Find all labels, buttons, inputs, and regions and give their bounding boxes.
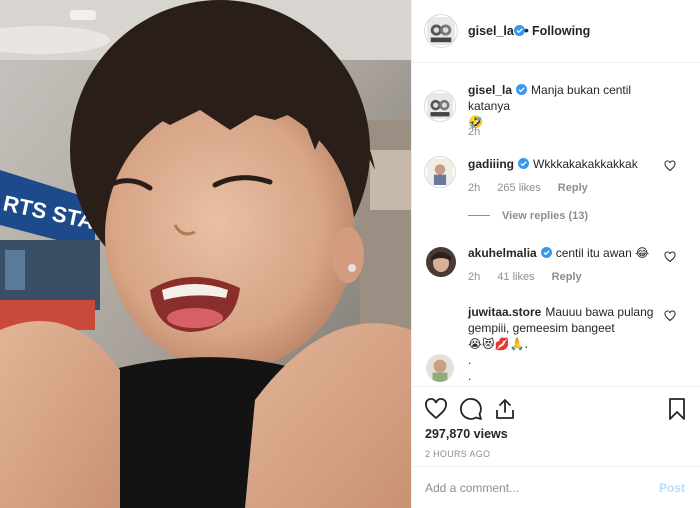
comment-icon[interactable] (459, 397, 483, 421)
view-replies-label: View replies (13) (502, 210, 589, 222)
verified-badge-icon (540, 247, 552, 258)
comments-list[interactable]: gisel_la Manja bukan centil katanya 🤣 2h … (412, 64, 700, 386)
header-avatar[interactable] (424, 14, 458, 48)
comment-body: Wkkkakakakkakkak (533, 157, 638, 171)
caption-time: 2h (468, 126, 481, 138)
add-comment-bar: Post (412, 466, 700, 508)
comment-like-heart-icon[interactable] (664, 160, 676, 172)
comment-item: juwitaa.store Mauuu bawa pulang gempiii, … (412, 304, 700, 386)
laughing-emoji: 😂 (635, 246, 650, 260)
caption-avatar[interactable] (424, 90, 456, 122)
reply-button[interactable]: Reply (558, 182, 588, 194)
header-username[interactable]: gisel_la (468, 24, 514, 38)
following-button[interactable]: Following (532, 24, 590, 38)
caption: gisel_la Manja bukan centil katanya 🤣 2h (412, 64, 700, 144)
comment-text: akuhelmalia centil itu awan 😂 (468, 245, 665, 261)
comment-avatar[interactable] (426, 247, 456, 277)
bookmark-icon[interactable] (665, 397, 689, 421)
post-timestamp[interactable]: 2 HOURS AGO (425, 449, 490, 459)
comment-likes[interactable]: 265 likes (497, 182, 540, 194)
comment-like-heart-icon[interactable] (664, 251, 676, 263)
post-actions: 297,870 views 2 HOURS AGO (412, 386, 700, 466)
comment-meta: 2h 41 likes Reply (468, 271, 596, 283)
comment-username[interactable]: juwitaa.store (468, 305, 541, 319)
heart-icon[interactable] (424, 397, 448, 421)
post-comment-button[interactable]: Post (659, 481, 685, 495)
caption-username[interactable]: gisel_la (468, 83, 512, 97)
video-frame: RTS STA (0, 0, 411, 508)
comment-likes[interactable]: 41 likes (497, 271, 534, 283)
follow-separator: • (524, 22, 529, 38)
post-header: gisel_la • Following (412, 0, 700, 63)
post-sidebar: gisel_la • Following gisel_la Manja bukan… (411, 0, 700, 508)
comment-item: akuhelmalia centil itu awan 😂 2h 41 likes… (412, 239, 700, 299)
comment-meta: 2h 265 likes Reply (468, 182, 602, 194)
comment-username[interactable]: gadiiing (468, 157, 514, 171)
view-replies-button[interactable]: View replies (13) (468, 210, 588, 222)
post-video[interactable]: RTS STA (0, 0, 411, 508)
comment-text: juwitaa.store Mauuu bawa pulang gempiii, … (468, 304, 665, 384)
comment-avatar[interactable] (424, 156, 456, 188)
views-count[interactable]: 297,870 views (425, 427, 508, 441)
add-comment-input[interactable] (425, 479, 645, 497)
comment-username[interactable]: akuhelmalia (468, 246, 537, 260)
view-replies-line (468, 215, 490, 216)
share-icon[interactable] (493, 397, 517, 421)
emoji-sequence: 😭😻💋🙏. (468, 337, 529, 351)
verified-badge-icon (516, 84, 528, 95)
comment-like-heart-icon[interactable] (664, 310, 676, 322)
reply-button[interactable]: Reply (552, 271, 582, 283)
verified-badge-icon (518, 158, 529, 169)
comment-avatar[interactable] (426, 354, 454, 382)
comment-item: gadiiing Wkkkakakakkakkak 2h 265 likes Re… (412, 150, 700, 230)
comment-body: centil itu awan (555, 246, 632, 260)
comment-text: gadiiing Wkkkakakakkakkak (468, 156, 665, 172)
caption-text: gisel_la Manja bukan centil katanya 🤣 (468, 82, 665, 130)
caption-meta: 2h (468, 126, 494, 138)
comment-time: 2h (468, 182, 481, 194)
comment-line-dot: . (468, 353, 472, 367)
comment-line-dot: . (468, 369, 472, 383)
comment-time: 2h (468, 271, 481, 283)
